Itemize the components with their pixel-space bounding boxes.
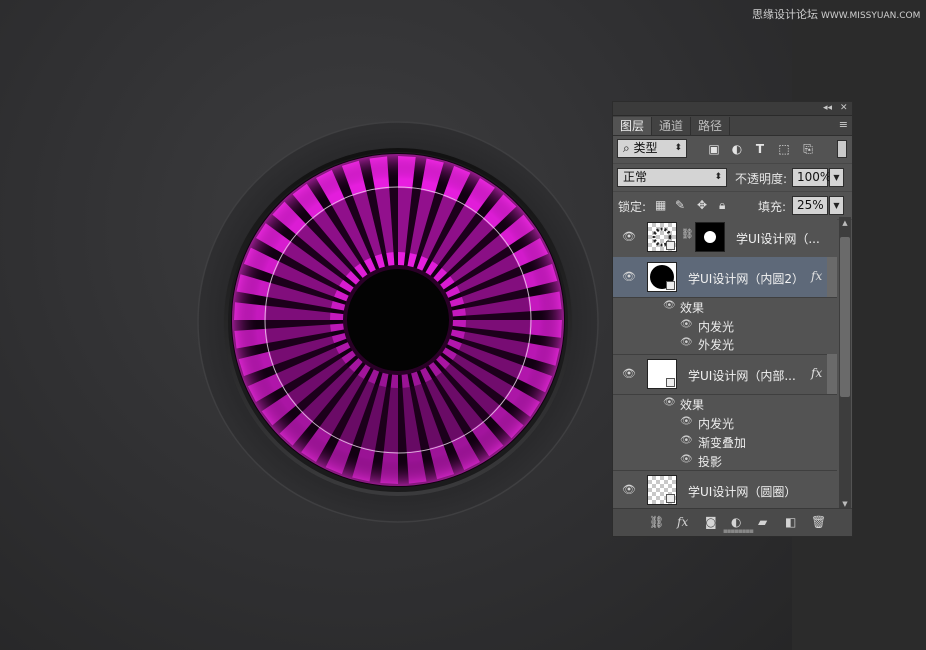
image-filter-icon[interactable]: ▣ <box>707 142 721 156</box>
smart-object-badge <box>666 241 675 250</box>
lock-row: 锁定: ▦ ✎ ✥ 🔒︎ 填充: 25% ▼ <box>613 192 852 220</box>
tab-layers[interactable]: 图层 <box>613 117 653 135</box>
lock-position-icon[interactable]: ✥ <box>697 198 707 212</box>
fx-badge[interactable]: fx <box>811 269 822 283</box>
effect-inner-glow[interactable]: 内发光 <box>698 415 734 432</box>
tab-paths[interactable]: 路径 <box>691 117 731 135</box>
layer-thumbnail[interactable] <box>647 262 677 292</box>
filter-search-icon: ⌕ <box>623 141 634 155</box>
row-scroll-indicator <box>827 257 837 297</box>
layer-thumbnail[interactable] <box>647 475 677 505</box>
filter-type-label: 类型 <box>633 141 658 155</box>
opacity-label: 不透明度: <box>735 172 788 186</box>
layer-row[interactable]: 👁︎ 学UI设计网（内部... fx <box>613 354 837 395</box>
layers-scrollbar[interactable]: ▲ ▼ <box>839 217 851 510</box>
filter-toggle-switch[interactable] <box>837 140 847 158</box>
panel-menu-icon[interactable]: ≡ <box>839 118 848 131</box>
center-hole <box>347 269 449 371</box>
mask-thumb-art <box>704 231 716 243</box>
effects-eye-icon[interactable]: 👁︎ <box>663 397 676 408</box>
chevron-updown-icon: ⬍ <box>714 172 722 182</box>
type-filter-icon[interactable]: T <box>753 142 767 156</box>
layer-thumbnail[interactable] <box>647 359 677 389</box>
layer-effects-group: 👁︎ 效果 👁︎ 内发光 👁︎ 外发光 <box>613 297 837 355</box>
visibility-eye-icon[interactable]: 👁︎ <box>622 367 636 380</box>
panel-titlebar: ◂◂ ✕ <box>613 102 852 116</box>
effect-eye-icon[interactable]: 👁︎ <box>680 416 693 427</box>
tab-channels[interactable]: 通道 <box>652 117 692 135</box>
effect-eye-icon[interactable]: 👁︎ <box>680 337 693 348</box>
new-group-icon[interactable]: ▰ <box>758 515 767 529</box>
blend-mode-dropdown[interactable]: 正常 ⬍ <box>617 168 727 187</box>
smart-object-badge <box>666 378 675 387</box>
layer-name[interactable]: 学UI设计网（... <box>736 230 820 247</box>
opacity-dropdown-button[interactable]: ▼ <box>829 168 844 187</box>
layer-name[interactable]: 学UI设计网（内部... <box>688 367 796 384</box>
new-layer-icon[interactable]: ◧ <box>785 515 796 529</box>
layer-name[interactable]: 学UI设计网（内圆2） <box>688 270 804 287</box>
scroll-down-arrow-icon[interactable]: ▼ <box>839 500 851 508</box>
smart-object-badge <box>666 281 675 290</box>
shape-filter-icon[interactable]: ⬚ <box>777 142 791 156</box>
link-layers-icon[interactable]: ⛓ <box>649 515 664 529</box>
effect-gradient-overlay[interactable]: 渐变叠加 <box>698 434 746 451</box>
row-scroll-indicator <box>827 354 837 394</box>
layer-thumbnail[interactable] <box>647 222 677 252</box>
filter-type-dropdown[interactable]: ⌕ 类型 ⬍ <box>617 139 687 158</box>
smart-object-badge <box>666 494 675 503</box>
scrollbar-thumb[interactable] <box>840 237 850 397</box>
filter-row: ⌕ 类型 ⬍ ▣ ◐ T ⬚ ⎘ <box>613 136 852 164</box>
effects-label[interactable]: 效果 <box>680 396 704 413</box>
layer-mask-thumbnail[interactable] <box>695 222 725 252</box>
layer-row[interactable]: 👁︎ ⛓ 学UI设计网（... <box>613 217 837 258</box>
add-mask-icon[interactable]: ◙ <box>705 515 717 529</box>
adjustment-filter-icon[interactable]: ◐ <box>730 142 744 156</box>
watermark: 思缘设计论坛 WWW.MISSYUAN.COM <box>752 6 920 22</box>
chain-link-icon[interactable]: ⛓ <box>681 229 694 240</box>
visibility-eye-icon[interactable]: 👁︎ <box>622 483 636 496</box>
effect-drop-shadow[interactable]: 投影 <box>698 453 722 470</box>
add-layer-style-icon[interactable]: fx <box>677 515 688 529</box>
effects-eye-icon[interactable]: 👁︎ <box>663 300 676 311</box>
resize-grip-icon[interactable]: ▪▪▪▪▪▪▪▪ <box>723 527 754 535</box>
lock-all-icon[interactable]: 🔒︎ <box>719 198 725 213</box>
scroll-up-arrow-icon[interactable]: ▲ <box>839 219 851 227</box>
lock-transparent-icon[interactable]: ▦ <box>655 198 666 212</box>
panel-tabs: 图层 通道 路径 ≡ <box>613 116 852 136</box>
blend-mode-value: 正常 <box>623 170 648 184</box>
effect-eye-icon[interactable]: 👁︎ <box>680 319 693 330</box>
delete-layer-icon[interactable]: 🗑︎ <box>811 515 826 529</box>
blend-row: 正常 ⬍ 不透明度: 100% ▼ <box>613 164 852 192</box>
collapse-panel-button[interactable]: ◂◂ <box>823 102 832 115</box>
effect-inner-glow[interactable]: 内发光 <box>698 318 734 335</box>
layer-row-selected[interactable]: 👁︎ 学UI设计网（内圆2） fx <box>613 257 837 298</box>
effects-label[interactable]: 效果 <box>680 299 704 316</box>
lock-label: 锁定: <box>618 200 647 214</box>
chevron-updown-icon: ⬍ <box>674 143 682 153</box>
fx-badge[interactable]: fx <box>811 366 822 380</box>
panel-bottom-toolbar: ⛓ fx ◙ ◐ ▰ ◧ 🗑︎ ▪▪▪▪▪▪▪▪ <box>613 508 852 536</box>
smart-object-filter-icon[interactable]: ⎘ <box>801 142 815 156</box>
watermark-text: 思缘设计论坛 <box>752 8 818 21</box>
layer-effects-group: 👁︎ 效果 👁︎ 内发光 👁︎ 渐变叠加 👁︎ 投影 <box>613 394 837 471</box>
visibility-eye-icon[interactable]: 👁︎ <box>622 270 636 283</box>
visibility-eye-icon[interactable]: 👁︎ <box>622 230 636 243</box>
layer-row[interactable]: 👁︎ 学UI设计网（圆圈） <box>613 470 837 510</box>
layers-panel: ◂◂ ✕ 图层 通道 路径 ≡ ⌕ 类型 ⬍ ▣ ◐ T ⬚ ⎘ 正常 ⬍ 不透… <box>612 101 853 537</box>
effect-eye-icon[interactable]: 👁︎ <box>680 435 693 446</box>
layer-name[interactable]: 学UI设计网（圆圈） <box>688 483 796 500</box>
fill-dropdown-button[interactable]: ▼ <box>829 196 844 215</box>
opacity-input[interactable]: 100% <box>792 168 831 187</box>
lock-pixels-icon[interactable]: ✎ <box>675 198 685 212</box>
effect-eye-icon[interactable]: 👁︎ <box>680 454 693 465</box>
close-panel-button[interactable]: ✕ <box>840 102 848 115</box>
layers-list: 👁︎ ⛓ 学UI设计网（... 👁︎ 学UI设计网（内圆2） fx 👁︎ 效果 … <box>613 217 837 510</box>
fill-label: 填充: <box>758 200 787 214</box>
fill-input[interactable]: 25% <box>792 196 828 215</box>
watermark-url: WWW.MISSYUAN.COM <box>821 11 921 21</box>
effect-outer-glow[interactable]: 外发光 <box>698 336 734 353</box>
